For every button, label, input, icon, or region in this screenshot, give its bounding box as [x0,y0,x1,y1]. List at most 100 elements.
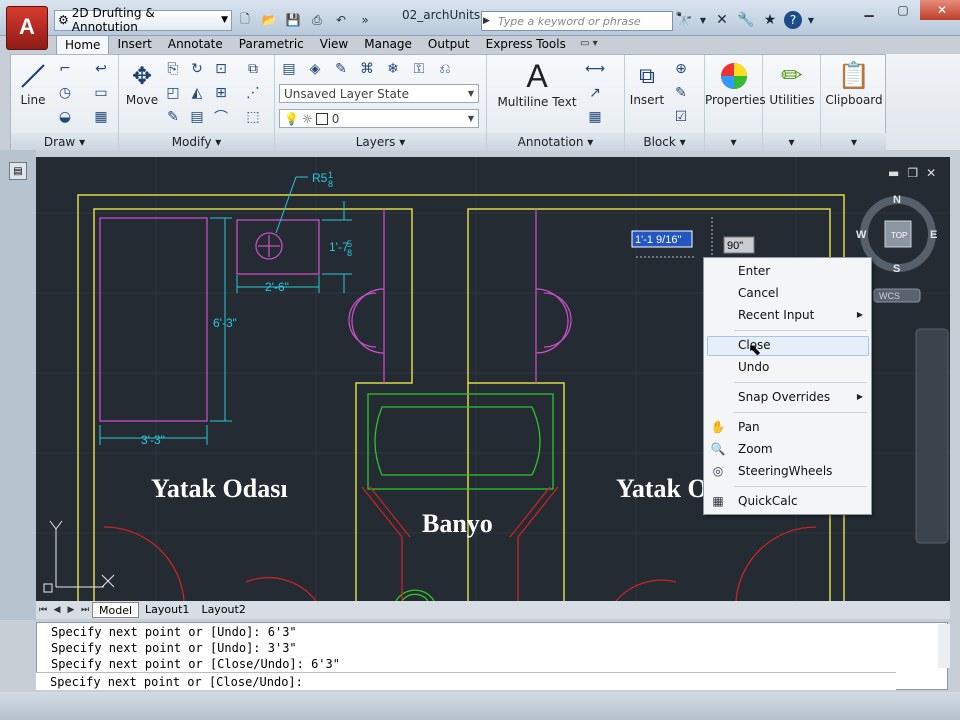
layer-freeze-icon[interactable]: ❄ [383,59,403,79]
save-icon[interactable]: 💾 [282,10,304,30]
hatch-icon[interactable]: ▦ [91,107,111,127]
move-button[interactable]: ✥ Move [123,59,161,107]
clipboard-panel[interactable]: 📋 Clipboard ▾ [821,55,887,151]
viewcube-top[interactable]: TOP [891,231,907,240]
menu-item-pan[interactable]: Pan [738,417,760,437]
properties-button[interactable]: Properties [705,59,766,107]
clipboard-panel-dropdown[interactable]: ▾ [821,133,887,151]
layers-panel-label[interactable]: Layers ▾ [275,133,486,151]
tab-insert[interactable]: Insert [109,35,159,55]
layer-off-icon[interactable]: ⌘ [357,59,377,79]
tab-model[interactable]: Model [92,602,140,618]
next-tab-arrow-icon[interactable]: ▶ [64,605,78,615]
wcs-menu[interactable]: WCS [879,291,900,301]
linear-dimension-icon[interactable]: ⟷ [585,59,605,79]
help-icon[interactable]: ? [784,11,802,29]
edit-block-icon[interactable]: ✎ [671,83,691,103]
trim-icon[interactable]: ⊡ [211,59,231,79]
draw-panel-label[interactable]: Draw ▾ [11,133,118,151]
layer-isolate-icon[interactable]: ✎ [331,59,351,79]
layer-states-icon[interactable]: ◈ [305,59,325,79]
close-button[interactable]: ✕ [920,0,960,20]
properties-panel-dropdown[interactable]: ▾ [705,133,762,151]
copy-icon[interactable]: ⎘ [163,59,183,79]
search-expand-icon[interactable]: ▶ [483,11,495,31]
create-block-icon[interactable]: ⊕ [671,59,691,79]
workspace-switcher[interactable]: ⚙ 2D Drufting & Annotution ▼ [54,6,232,34]
menu-item-enter[interactable]: Enter [738,261,770,281]
subscription-key-icon[interactable]: 🔧 [736,10,756,30]
multiline-text-button[interactable]: A Multiline Text [495,57,579,110]
fillet-icon[interactable]: ⌒ [211,107,231,127]
minimize-button[interactable]: ▁ [852,0,886,20]
layer-properties-icon[interactable]: ▤ [279,59,299,79]
viewport-close-icon[interactable]: ✕ [926,166,936,180]
explode-icon[interactable]: ⋰ [243,83,263,103]
menu-item-quickcalc[interactable]: QuickCalc [738,491,798,511]
command-input[interactable]: Specify next point or [Close/Undo]: [36,672,896,690]
layer-lock-icon[interactable]: ⚿ [409,59,429,79]
chevron-down-icon[interactable]: ▼ [806,10,816,30]
insert-button[interactable]: ⧉ Insert [627,59,667,108]
tab-express-tools[interactable]: Express Tools [478,35,574,55]
line-button[interactable]: Line [15,59,51,107]
tab-parametric[interactable]: Parametric [231,35,312,55]
tab-manage[interactable]: Manage [356,35,420,55]
tab-layout1[interactable]: Layout1 [139,602,195,618]
last-tab-arrow-icon[interactable]: ⏭ [78,605,92,615]
ribbon-minimize-icon[interactable]: ▭ ▾ [580,38,598,49]
properties-panel[interactable]: Properties ▾ [705,55,766,151]
table-icon[interactable]: ▦ [585,107,605,127]
compass-north[interactable]: N [893,194,901,206]
join-icon[interactable]: ⬚ [243,107,263,127]
undo-icon[interactable]: ↶ [330,10,352,30]
layer-state-dropdown[interactable]: Unsaved Layer State ▼ [279,84,479,103]
new-file-icon[interactable]: 🗋 [234,10,256,30]
menu-item-recent-input[interactable]: Recent Input [738,305,868,325]
communication-center-icon[interactable]: ✕ [712,10,732,30]
utilities-panel-dropdown[interactable]: ▾ [763,133,820,151]
open-folder-icon[interactable]: 📂 [258,10,280,30]
tab-output[interactable]: Output [420,35,478,55]
search-input[interactable]: Type a keyword or phrase [481,11,673,31]
menu-item-cancel[interactable]: Cancel [738,283,779,303]
menu-item-steering-wheels[interactable]: SteeringWheels [738,461,832,481]
erase-icon[interactable]: ✎ [163,107,183,127]
viewport-menu-icon[interactable]: ▤ [9,162,27,180]
chevron-down-icon[interactable]: ▼ [698,10,708,30]
restore-button[interactable]: ▢ [886,0,920,20]
menu-item-undo[interactable]: Undo [738,357,769,377]
more-tools-icon[interactable]: » [354,10,376,30]
mirror-icon[interactable]: ◭ [187,83,207,103]
menu-item-zoom[interactable]: Zoom [738,439,773,459]
modify-panel-label[interactable]: Modify ▾ [119,133,274,151]
viewport-minimize-icon[interactable]: ▬ [888,166,899,180]
compass-south[interactable]: S [893,263,900,275]
offset-icon[interactable]: ⧉ [243,59,263,79]
menu-item-snap-overrides[interactable]: Snap Overrides [738,387,830,407]
tab-view[interactable]: View [312,35,356,55]
first-tab-arrow-icon[interactable]: ⏮ [36,605,50,615]
edit-attributes-icon[interactable]: ☑ [671,107,691,127]
binoculars-icon[interactable]: 🔭 [674,10,694,30]
command-scrollbar[interactable] [938,624,950,668]
layer-match-icon[interactable]: ⎌ [435,59,455,79]
rotate-icon[interactable]: ↻ [187,59,207,79]
compass-west[interactable]: W [856,229,867,241]
application-menu-button[interactable]: A [6,6,48,50]
viewport-restore-icon[interactable]: ❐ [907,166,918,180]
stretch-icon[interactable]: ◰ [163,83,183,103]
compass-east[interactable]: E [930,229,937,241]
arc-icon[interactable]: ◒ [55,107,75,127]
utilities-panel[interactable]: ✏ Utilities ▾ [763,55,821,151]
layer-dropdown[interactable]: 💡☼ 0 ▼ [279,109,479,128]
clipboard-button[interactable]: 📋 Clipboard [821,59,887,107]
print-icon[interactable]: ⎙ [306,10,328,30]
block-panel-label[interactable]: Block ▾ [625,133,704,151]
array-icon[interactable]: ▤ [187,107,207,127]
tab-annotate[interactable]: Annotate [160,35,231,55]
rectangle-icon[interactable]: ▭ [91,83,111,103]
spline-icon[interactable]: ↩ [91,59,111,79]
favorites-star-icon[interactable]: ★ [760,10,780,30]
leader-icon[interactable]: ↗ [585,83,605,103]
